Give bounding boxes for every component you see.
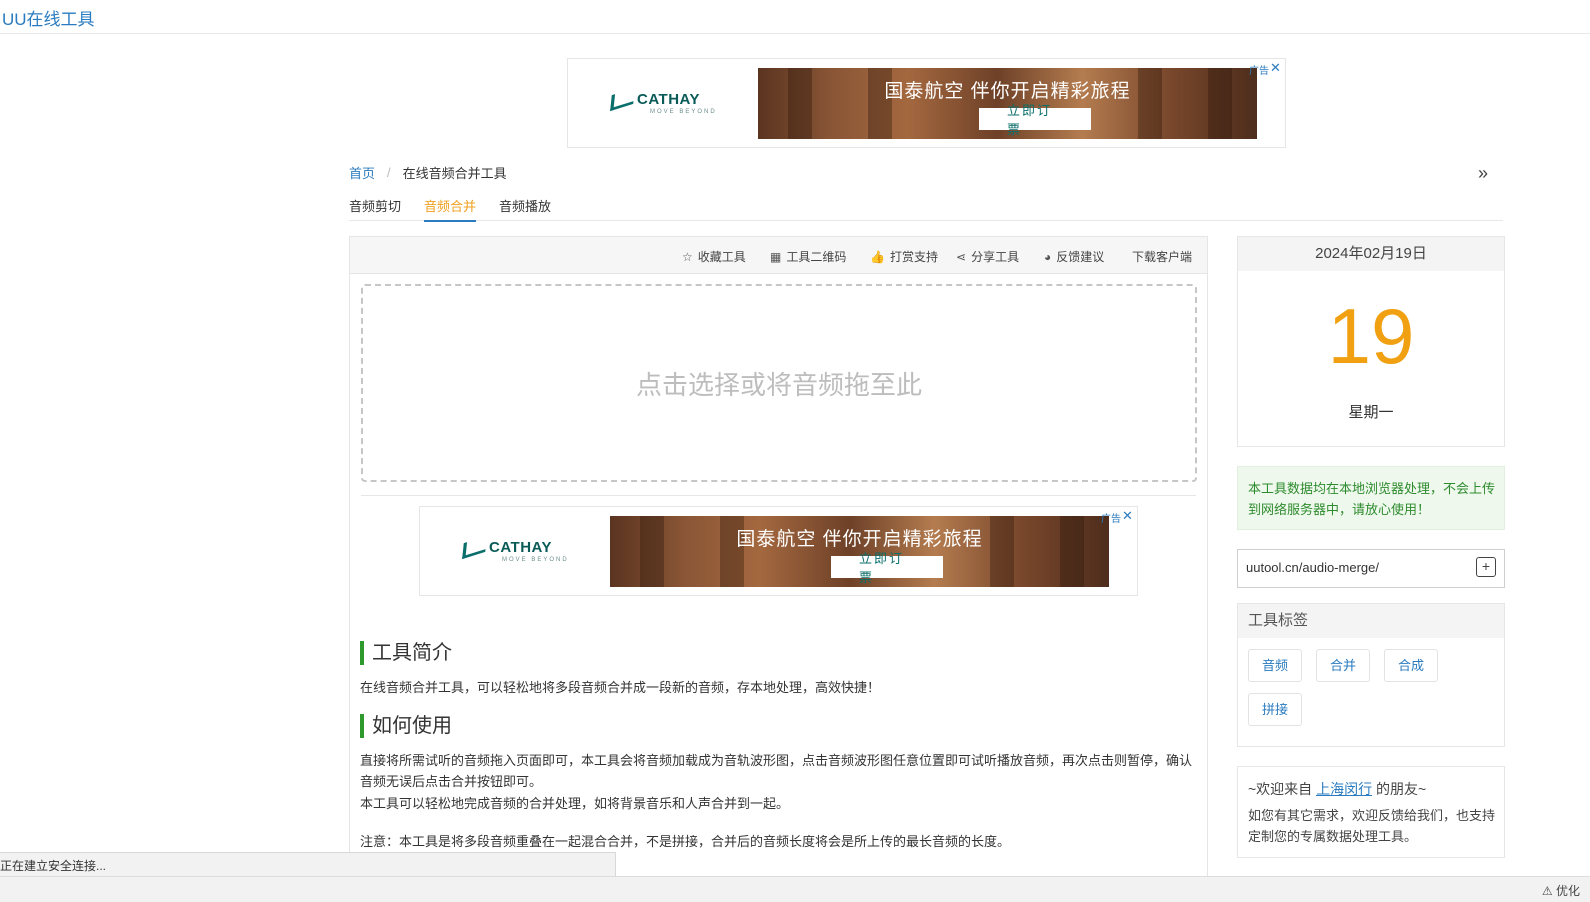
share-label: 分享工具 bbox=[971, 250, 1020, 264]
donate-label: 打赏支持 bbox=[889, 250, 938, 264]
breadcrumb-separator: / bbox=[387, 165, 391, 180]
tags-heading: 工具标签 bbox=[1238, 604, 1504, 638]
tag-audio[interactable]: 音频 bbox=[1248, 649, 1302, 682]
star-icon: ☆ bbox=[682, 249, 693, 264]
copy-url-icon[interactable]: + bbox=[1476, 557, 1496, 577]
ad-cta-button[interactable]: 立即订票 bbox=[979, 103, 1091, 137]
tab-audio-cut[interactable]: 音频剪切 bbox=[349, 196, 401, 220]
howto-paragraph-2: 本工具可以轻松地完成音频的合并处理，如将背景音乐和人声合并到一起。 bbox=[360, 796, 790, 811]
tool-toolbar: ☆ 收藏工具 ▦ 工具二维码 👍 打赏支持 ⋖ 分享工具 ◕ 反馈建议 下载客户… bbox=[350, 237, 1207, 274]
welcome-line: ~欢迎来自 上海闵行 的朋友~ bbox=[1248, 779, 1426, 799]
cathay-logo: CATHAY MOVE BEYOND bbox=[462, 535, 567, 563]
tool-tabs: 音频剪切 音频合并 音频播放 bbox=[349, 194, 1503, 222]
donate-tool-button[interactable]: 👍 打赏支持 bbox=[870, 248, 938, 265]
welcome-text: 如您有其它需求，欢迎反馈给我们，也支持定制您的专属数据处理工具。 bbox=[1248, 808, 1496, 844]
cathay-tagline: MOVE BEYOND bbox=[502, 557, 569, 563]
howto-heading: 如何使用 bbox=[360, 714, 452, 738]
ad-image: 国泰航空 伴你开启精彩旅程 立即订票 bbox=[758, 68, 1257, 139]
bottom-strip: ⚠ 优化 bbox=[0, 876, 1590, 902]
breadcrumb-home[interactable]: 首页 bbox=[349, 163, 375, 182]
cathay-logo: CATHAY MOVE BEYOND bbox=[610, 87, 715, 115]
tool-tags-card: 工具标签 音频 合并 合成 拼接 bbox=[1237, 603, 1505, 747]
cathay-brushwing-icon bbox=[610, 87, 635, 112]
dropzone-text: 点击选择或将音频拖至此 bbox=[635, 369, 922, 400]
optimize-button[interactable]: ⚠ 优化 bbox=[1542, 882, 1580, 899]
welcome-prefix: ~欢迎来自 bbox=[1248, 781, 1313, 797]
favorite-tool-button[interactable]: ☆ 收藏工具 bbox=[682, 248, 746, 265]
share-icon: ⋖ bbox=[956, 249, 967, 264]
welcome-location-link[interactable]: 上海闵行 bbox=[1316, 781, 1372, 797]
audio-dropzone[interactable]: 点击选择或将音频拖至此 bbox=[361, 284, 1197, 482]
ad-cta-button[interactable]: 立即订票 bbox=[831, 551, 943, 585]
browser-status-bar: 正在建立安全连接... bbox=[0, 852, 616, 878]
local-processing-notice: 本工具数据均在本地浏览器处理，不会上传到网络服务器中，请放心使用！ bbox=[1237, 466, 1505, 530]
cathay-brand: CATHAY bbox=[489, 539, 553, 556]
breadcrumb-current: 在线音频合并工具 bbox=[402, 166, 507, 181]
feedback-tool-button[interactable]: ◕ 反馈建议 bbox=[1044, 248, 1104, 265]
main-panel: ☆ 收藏工具 ▦ 工具二维码 👍 打赏支持 ⋖ 分享工具 ◕ 反馈建议 下载客户… bbox=[349, 236, 1208, 878]
optimize-label: 优化 bbox=[1555, 884, 1580, 898]
connection-status-text: 正在建立安全连接... bbox=[0, 859, 107, 873]
top-ad-banner[interactable]: CATHAY MOVE BEYOND 国泰航空 伴你开启精彩旅程 立即订票 广告… bbox=[567, 58, 1286, 148]
warning-icon: ⚠ bbox=[1541, 884, 1553, 898]
howto-note: 注意：本工具是将多段音频重叠在一起混合合并，不是拼接，合并后的音频长度将会是所上… bbox=[360, 834, 1011, 849]
top-navbar: UU在线工具 bbox=[0, 0, 1590, 34]
tool-url-box: uutool.cn/audio-merge/ + bbox=[1237, 549, 1505, 588]
tab-audio-merge[interactable]: 音频合并 bbox=[424, 196, 477, 222]
weekday-label: 星期一 bbox=[1348, 404, 1394, 421]
howto-paragraph-1: 直接将所需试听的音频拖入页面即可，本工具会将音频加载成为音轨波形图，点击音频波形… bbox=[360, 753, 1193, 789]
cathay-brand: CATHAY bbox=[637, 91, 701, 108]
tool-url-text: uutool.cn/audio-merge/ bbox=[1246, 560, 1379, 575]
tag-compose[interactable]: 合成 bbox=[1384, 649, 1438, 682]
thumbs-up-icon: 👍 bbox=[870, 249, 885, 264]
headset-icon: ◕ bbox=[1044, 249, 1052, 264]
tag-merge[interactable]: 合并 bbox=[1316, 649, 1370, 682]
intro-text: 在线音频合并工具，可以轻松地将多段音频合并成一段新的音频，存本地处理，高效快捷！ bbox=[360, 680, 881, 695]
share-tool-button[interactable]: ⋖ 分享工具 bbox=[956, 248, 1019, 265]
double-chevron-right-icon[interactable]: » bbox=[1478, 163, 1488, 184]
tag-splice[interactable]: 拼接 bbox=[1248, 693, 1302, 726]
ad-image: 国泰航空 伴你开启精彩旅程 立即订票 bbox=[610, 516, 1109, 587]
welcome-card: ~欢迎来自 上海闵行 的朋友~ 如您有其它需求，欢迎反馈给我们，也支持定制您的专… bbox=[1237, 766, 1505, 858]
qrcode-tool-button[interactable]: ▦ 工具二维码 bbox=[770, 248, 846, 265]
ad-close-icon[interactable]: ✕ bbox=[1270, 60, 1281, 76]
ad-close-icon[interactable]: ✕ bbox=[1122, 508, 1133, 524]
notice-text: 本工具数据均在本地浏览器处理，不会上传到网络服务器中，请放心使用！ bbox=[1248, 481, 1496, 517]
cathay-brushwing-icon bbox=[462, 535, 487, 560]
divider bbox=[361, 495, 1196, 496]
day-number: 19 bbox=[1327, 292, 1415, 380]
date-heading: 2024年02月19日 bbox=[1238, 237, 1504, 271]
download-label: 下载客户端 bbox=[1132, 250, 1193, 264]
ad-label: 广告 bbox=[1101, 514, 1121, 525]
intro-heading: 工具简介 bbox=[360, 641, 452, 665]
qrcode-icon: ▦ bbox=[770, 249, 782, 264]
favorite-label: 收藏工具 bbox=[697, 250, 746, 264]
tab-audio-play[interactable]: 音频播放 bbox=[499, 196, 551, 220]
date-card: 2024年02月19日 19 星期一 bbox=[1237, 236, 1505, 447]
ad-label: 广告 bbox=[1249, 66, 1269, 77]
download-client-button[interactable]: 下载客户端 bbox=[1132, 248, 1192, 265]
qrcode-label: 工具二维码 bbox=[786, 250, 847, 264]
cathay-tagline: MOVE BEYOND bbox=[650, 109, 717, 115]
breadcrumb: 首页 / 在线音频合并工具 bbox=[349, 163, 507, 182]
feedback-label: 反馈建议 bbox=[1056, 250, 1105, 264]
ad-headline: 国泰航空 伴你开启精彩旅程 bbox=[884, 81, 1131, 102]
ad-headline: 国泰航空 伴你开启精彩旅程 bbox=[736, 529, 983, 550]
welcome-suffix: 的朋友~ bbox=[1375, 781, 1427, 797]
inner-ad-banner[interactable]: CATHAY MOVE BEYOND 国泰航空 伴你开启精彩旅程 立即订票 广告… bbox=[419, 506, 1138, 596]
site-title-link[interactable]: UU在线工具 bbox=[2, 5, 95, 30]
tags-title: 工具标签 bbox=[1248, 612, 1309, 629]
